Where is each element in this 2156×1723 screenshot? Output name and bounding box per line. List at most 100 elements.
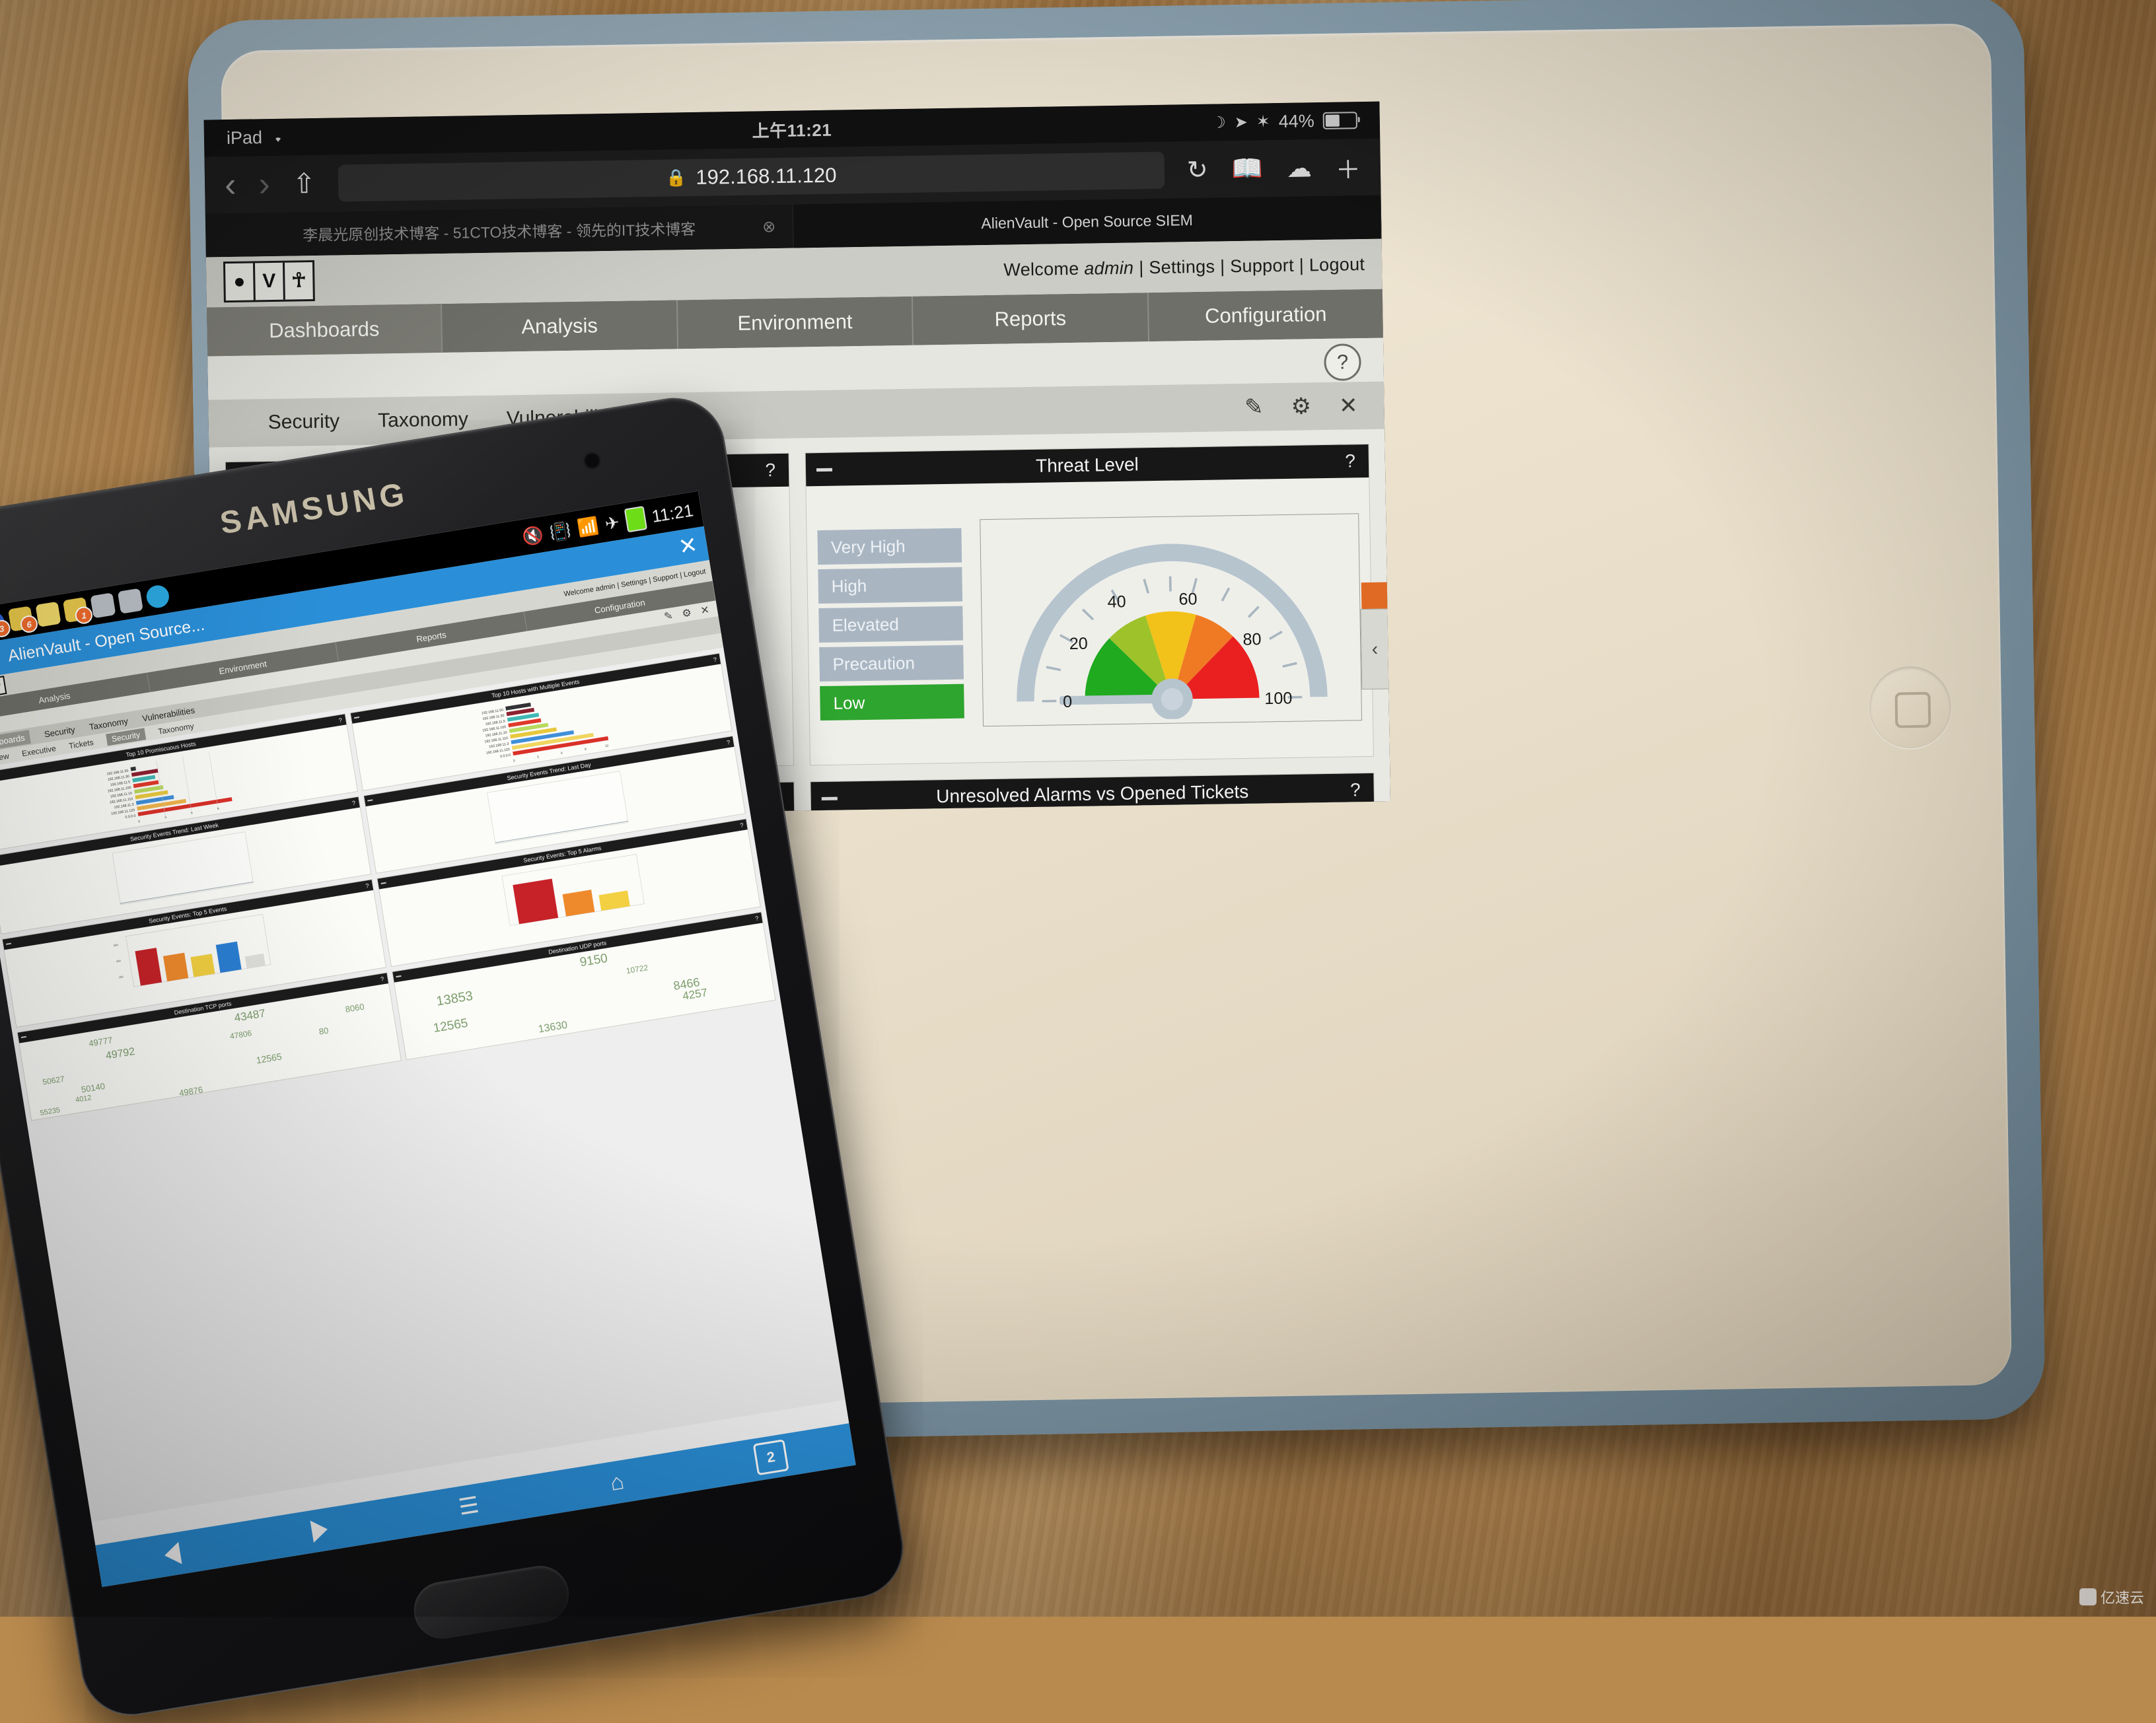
side-panel-handle[interactable]: ‹ — [1360, 609, 1389, 690]
reload-icon[interactable]: ↻ — [1186, 155, 1208, 184]
alienvault-logo[interactable]: ● V ☥ — [223, 260, 315, 302]
triangle-left-icon[interactable] — [162, 1542, 182, 1566]
close-x-icon[interactable]: ✕ — [700, 603, 710, 617]
watermark: 亿速云 — [2079, 1586, 2144, 1607]
widget-body: Very High High Elevated Precaution Low — [806, 477, 1373, 765]
minimize-icon[interactable] — [353, 717, 359, 719]
new-tab-icon[interactable]: ＋ — [1335, 149, 1361, 186]
nav-dashboards[interactable]: Dashboards — [207, 304, 443, 357]
svg-text:9: 9 — [217, 807, 219, 811]
nav-configuration[interactable]: Configuration — [1148, 289, 1383, 342]
minimize-icon[interactable] — [816, 468, 832, 471]
help-icon[interactable]: ? — [713, 656, 717, 663]
threat-level-low[interactable]: Low — [820, 684, 964, 721]
question-mark-icon[interactable]: ? — [1324, 343, 1361, 381]
help-icon[interactable]: ? — [351, 800, 356, 807]
port-tag[interactable]: 4012 — [75, 1094, 92, 1104]
logout-link[interactable]: Logout — [1309, 254, 1365, 275]
port-tag[interactable]: 8060 — [345, 1001, 365, 1014]
port-tag[interactable]: 50627 — [42, 1074, 65, 1086]
nav-analysis[interactable]: Analysis — [442, 300, 678, 353]
port-tag[interactable]: 47806 — [229, 1029, 252, 1041]
port-tag[interactable]: 49876 — [178, 1084, 203, 1098]
battery-icon — [1323, 112, 1357, 129]
help-icon[interactable]: ? — [1345, 450, 1355, 472]
help-icon[interactable]: ? — [338, 717, 343, 724]
port-tag[interactable]: 13853 — [435, 989, 474, 1010]
minimize-icon[interactable] — [6, 943, 11, 945]
help-icon[interactable]: ? — [765, 460, 775, 481]
minimize-icon[interactable] — [822, 796, 838, 800]
watermark-logo-icon — [2079, 1588, 2097, 1605]
badge-count: 6 — [19, 614, 39, 634]
forward-button[interactable]: › — [258, 167, 270, 201]
help-icon[interactable]: ? — [1350, 779, 1361, 800]
minimize-icon[interactable] — [367, 799, 373, 801]
share-icon[interactable]: ⇧ — [292, 170, 316, 198]
svg-text:200: 200 — [119, 975, 124, 979]
port-tag[interactable]: 55235 — [40, 1106, 61, 1117]
tab-taxonomy[interactable]: Taxonomy — [89, 716, 129, 732]
subtab-tickets[interactable]: Tickets — [68, 738, 94, 751]
mail-icon — [90, 592, 116, 618]
tab-taxonomy[interactable]: Taxonomy — [378, 408, 468, 432]
mms-icon: 1 — [63, 597, 89, 623]
gauge-tick: 60 — [1178, 590, 1197, 608]
port-tag[interactable]: 50140 — [81, 1081, 106, 1095]
port-tag[interactable]: 9150 — [579, 952, 608, 970]
sep2: | — [1220, 256, 1225, 276]
cloud-icon[interactable]: ☁ — [1287, 153, 1312, 184]
port-tag[interactable]: 49792 — [105, 1046, 136, 1063]
threat-level-very-high[interactable]: Very High — [817, 528, 962, 565]
nav-environment[interactable]: Environment — [678, 297, 914, 349]
close-x-icon[interactable]: ✕ — [1339, 392, 1358, 419]
minimize-icon[interactable] — [380, 882, 386, 884]
port-tag[interactable]: 49777 — [88, 1035, 113, 1049]
list-icon[interactable]: ☰ — [457, 1492, 481, 1521]
help-icon[interactable]: ? — [755, 915, 760, 922]
home-icon[interactable]: ⌂ — [608, 1469, 626, 1496]
port-tag[interactable]: 80 — [318, 1025, 330, 1036]
settings-link[interactable]: Settings — [1149, 256, 1215, 277]
close-circle-icon[interactable]: ⊗ — [762, 217, 776, 236]
tab-security[interactable]: Security — [44, 724, 76, 739]
chevron-down-icon[interactable]: ⌄ — [0, 648, 3, 670]
port-tag[interactable]: 12565 — [256, 1051, 283, 1065]
svg-text:3: 3 — [536, 755, 539, 759]
nav-reports[interactable]: Reports — [913, 293, 1149, 345]
help-icon[interactable]: ? — [726, 739, 731, 746]
help-icon[interactable]: ? — [740, 822, 744, 829]
bookmarks-icon[interactable]: 📖 — [1231, 154, 1263, 184]
threat-level-elevated[interactable]: Elevated — [818, 606, 963, 643]
edit-pencil-icon[interactable]: ✎ — [1244, 394, 1264, 420]
threat-level-precaution[interactable]: Precaution — [819, 645, 964, 682]
back-button[interactable]: ‹ — [225, 168, 236, 202]
tab-security[interactable]: Security — [268, 410, 340, 434]
threat-level-gauge: 0 20 40 60 80 100 — [980, 518, 1361, 722]
help-icon[interactable]: ? — [365, 882, 370, 890]
app-icon — [36, 602, 61, 627]
tab-title: AlienVault - Open Source SIEM — [981, 211, 1193, 232]
host-label: 0.0.0.0 — [125, 814, 136, 820]
port-tag[interactable]: 10722 — [626, 963, 649, 975]
close-icon[interactable]: ✕ — [676, 532, 700, 561]
gear-icon[interactable]: ⚙ — [1291, 393, 1311, 419]
triangle-right-icon[interactable] — [310, 1518, 329, 1543]
threat-level-high[interactable]: High — [818, 567, 962, 604]
badge-count: 1 — [74, 606, 94, 625]
gear-icon[interactable]: ⚙ — [681, 606, 692, 621]
edit-pencil-icon[interactable]: ✎ — [663, 609, 674, 623]
wifi-icon: 📶 — [576, 515, 600, 539]
support-link[interactable]: Support — [1230, 255, 1294, 276]
minimize-icon[interactable] — [21, 1036, 26, 1038]
tab-count-button[interactable]: 2 — [753, 1439, 789, 1475]
address-bar[interactable]: 🔒 192.168.11.120 — [338, 152, 1165, 202]
port-tag[interactable]: 12565 — [432, 1016, 469, 1036]
location-arrow-icon: ➤ — [1234, 112, 1248, 131]
port-tag[interactable]: 13630 — [538, 1020, 569, 1036]
alien-glyph-icon: ☥ — [0, 677, 5, 695]
port-tag[interactable]: 43487 — [233, 1007, 266, 1025]
minimize-icon[interactable] — [396, 975, 401, 977]
help-icon[interactable]: ? — [380, 975, 385, 983]
host-label: 0.0.0.0 — [499, 754, 511, 759]
